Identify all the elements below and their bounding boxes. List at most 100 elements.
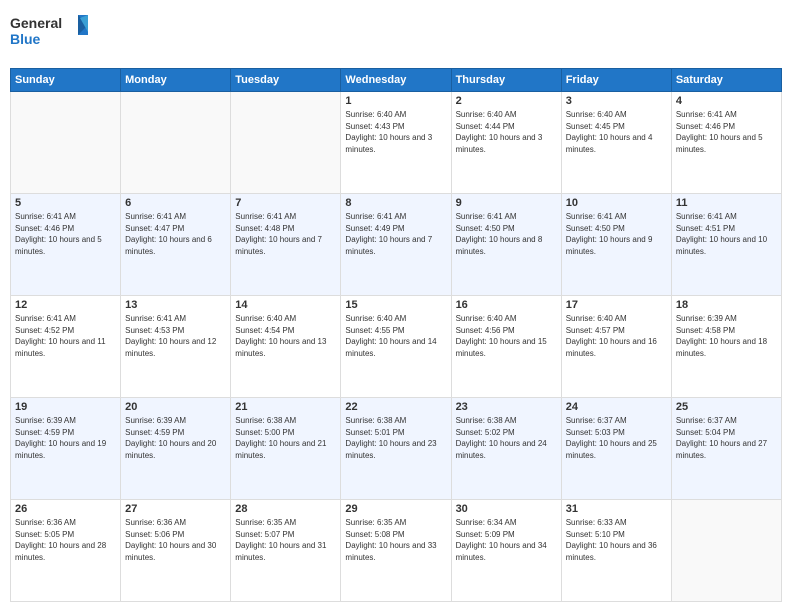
day-header-tuesday: Tuesday (231, 69, 341, 92)
day-number: 28 (235, 503, 336, 515)
day-number: 12 (15, 299, 116, 311)
day-info: Sunrise: 6:40 AMSunset: 4:44 PMDaylight:… (456, 109, 557, 155)
day-info: Sunrise: 6:41 AMSunset: 4:52 PMDaylight:… (15, 313, 116, 359)
day-number: 1 (345, 95, 446, 107)
calendar-cell: 31Sunrise: 6:33 AMSunset: 5:10 PMDayligh… (561, 500, 671, 602)
day-info: Sunrise: 6:35 AMSunset: 5:07 PMDaylight:… (235, 517, 336, 563)
calendar-table: SundayMondayTuesdayWednesdayThursdayFrid… (10, 68, 782, 602)
day-number: 9 (456, 197, 557, 209)
day-number: 3 (566, 95, 667, 107)
calendar-cell (11, 92, 121, 194)
calendar-cell: 3 Sunrise: 6:40 AMSunset: 4:45 PMDaylight… (561, 92, 671, 194)
day-header-wednesday: Wednesday (341, 69, 451, 92)
day-number: 11 (676, 197, 777, 209)
day-number: 15 (345, 299, 446, 311)
calendar-cell: 29Sunrise: 6:35 AMSunset: 5:08 PMDayligh… (341, 500, 451, 602)
day-info: Sunrise: 6:38 AMSunset: 5:02 PMDaylight:… (456, 415, 557, 461)
calendar-cell: 11 Sunrise: 6:41 AMSunset: 4:51 PMDayligh… (671, 194, 781, 296)
day-info: Sunrise: 6:41 AMSunset: 4:46 PMDaylight:… (15, 211, 116, 257)
week-row: 19 Sunrise: 6:39 AMSunset: 4:59 PMDayligh… (11, 398, 782, 500)
day-info: Sunrise: 6:39 AMSunset: 4:58 PMDaylight:… (676, 313, 777, 359)
week-row: 1 Sunrise: 6:40 AMSunset: 4:43 PMDaylight… (11, 92, 782, 194)
day-info: Sunrise: 6:41 AMSunset: 4:46 PMDaylight:… (676, 109, 777, 155)
calendar-cell: 25Sunrise: 6:37 AMSunset: 5:04 PMDayligh… (671, 398, 781, 500)
day-number: 24 (566, 401, 667, 413)
day-info: Sunrise: 6:34 AMSunset: 5:09 PMDaylight:… (456, 517, 557, 563)
day-number: 5 (15, 197, 116, 209)
svg-text:General: General (10, 15, 62, 31)
day-info: Sunrise: 6:36 AMSunset: 5:06 PMDaylight:… (125, 517, 226, 563)
day-number: 16 (456, 299, 557, 311)
calendar-cell: 26Sunrise: 6:36 AMSunset: 5:05 PMDayligh… (11, 500, 121, 602)
calendar-cell: 14Sunrise: 6:40 AMSunset: 4:54 PMDayligh… (231, 296, 341, 398)
day-number: 31 (566, 503, 667, 515)
day-number: 18 (676, 299, 777, 311)
calendar-cell: 24 Sunrise: 6:37 AMSunset: 5:03 PMDayligh… (561, 398, 671, 500)
day-info: Sunrise: 6:41 AMSunset: 4:49 PMDaylight:… (345, 211, 446, 257)
calendar-cell: 1 Sunrise: 6:40 AMSunset: 4:43 PMDaylight… (341, 92, 451, 194)
calendar-cell: 2 Sunrise: 6:40 AMSunset: 4:44 PMDaylight… (451, 92, 561, 194)
day-number: 4 (676, 95, 777, 107)
week-row: 26Sunrise: 6:36 AMSunset: 5:05 PMDayligh… (11, 500, 782, 602)
day-info: Sunrise: 6:41 AMSunset: 4:51 PMDaylight:… (676, 211, 777, 257)
day-info: Sunrise: 6:39 AMSunset: 4:59 PMDaylight:… (125, 415, 226, 461)
calendar-cell: 6 Sunrise: 6:41 AMSunset: 4:47 PMDaylight… (121, 194, 231, 296)
day-number: 22 (345, 401, 446, 413)
calendar-cell: 18 Sunrise: 6:39 AMSunset: 4:58 PMDayligh… (671, 296, 781, 398)
calendar-cell (121, 92, 231, 194)
day-info: Sunrise: 6:38 AMSunset: 5:01 PMDaylight:… (345, 415, 446, 461)
day-number: 17 (566, 299, 667, 311)
calendar-cell: 30 Sunrise: 6:34 AMSunset: 5:09 PMDayligh… (451, 500, 561, 602)
day-number: 19 (15, 401, 116, 413)
calendar-cell: 16 Sunrise: 6:40 AMSunset: 4:56 PMDayligh… (451, 296, 561, 398)
day-info: Sunrise: 6:41 AMSunset: 4:47 PMDaylight:… (125, 211, 226, 257)
week-row: 12 Sunrise: 6:41 AMSunset: 4:52 PMDayligh… (11, 296, 782, 398)
day-info: Sunrise: 6:36 AMSunset: 5:05 PMDaylight:… (15, 517, 116, 563)
day-number: 6 (125, 197, 226, 209)
day-number: 25 (676, 401, 777, 413)
day-number: 23 (456, 401, 557, 413)
calendar-cell: 12 Sunrise: 6:41 AMSunset: 4:52 PMDayligh… (11, 296, 121, 398)
calendar-cell: 15 Sunrise: 6:40 AMSunset: 4:55 PMDayligh… (341, 296, 451, 398)
logo: General Blue (10, 10, 100, 60)
calendar-cell: 20 Sunrise: 6:39 AMSunset: 4:59 PMDayligh… (121, 398, 231, 500)
svg-text:Blue: Blue (10, 31, 41, 47)
day-info: Sunrise: 6:38 AMSunset: 5:00 PMDaylight:… (235, 415, 336, 461)
day-info: Sunrise: 6:41 AMSunset: 4:48 PMDaylight:… (235, 211, 336, 257)
calendar-cell (231, 92, 341, 194)
day-number: 20 (125, 401, 226, 413)
calendar-cell: 10Sunrise: 6:41 AMSunset: 4:50 PMDayligh… (561, 194, 671, 296)
day-info: Sunrise: 6:41 AMSunset: 4:50 PMDaylight:… (566, 211, 667, 257)
day-info: Sunrise: 6:40 AMSunset: 4:43 PMDaylight:… (345, 109, 446, 155)
day-number: 2 (456, 95, 557, 107)
calendar-cell: 19 Sunrise: 6:39 AMSunset: 4:59 PMDayligh… (11, 398, 121, 500)
calendar-cell: 27 Sunrise: 6:36 AMSunset: 5:06 PMDayligh… (121, 500, 231, 602)
day-info: Sunrise: 6:40 AMSunset: 4:56 PMDaylight:… (456, 313, 557, 359)
page: General Blue SundayMondayTuesdayWednesda… (0, 0, 792, 612)
calendar-cell: 8Sunrise: 6:41 AMSunset: 4:49 PMDaylight… (341, 194, 451, 296)
day-info: Sunrise: 6:40 AMSunset: 4:45 PMDaylight:… (566, 109, 667, 155)
day-info: Sunrise: 6:39 AMSunset: 4:59 PMDaylight:… (15, 415, 116, 461)
day-header-thursday: Thursday (451, 69, 561, 92)
day-header-sunday: Sunday (11, 69, 121, 92)
calendar-cell: 17 Sunrise: 6:40 AMSunset: 4:57 PMDayligh… (561, 296, 671, 398)
header: General Blue (10, 10, 782, 60)
week-row: 5 Sunrise: 6:41 AMSunset: 4:46 PMDaylight… (11, 194, 782, 296)
calendar-cell: 13Sunrise: 6:41 AMSunset: 4:53 PMDayligh… (121, 296, 231, 398)
day-number: 30 (456, 503, 557, 515)
day-info: Sunrise: 6:40 AMSunset: 4:54 PMDaylight:… (235, 313, 336, 359)
logo-text: General Blue (10, 10, 100, 60)
calendar-cell: 9Sunrise: 6:41 AMSunset: 4:50 PMDaylight… (451, 194, 561, 296)
day-number: 27 (125, 503, 226, 515)
day-header-monday: Monday (121, 69, 231, 92)
calendar-cell (671, 500, 781, 602)
calendar-cell: 23 Sunrise: 6:38 AMSunset: 5:02 PMDayligh… (451, 398, 561, 500)
calendar-cell: 28 Sunrise: 6:35 AMSunset: 5:07 PMDayligh… (231, 500, 341, 602)
day-info: Sunrise: 6:37 AMSunset: 5:03 PMDaylight:… (566, 415, 667, 461)
day-info: Sunrise: 6:40 AMSunset: 4:55 PMDaylight:… (345, 313, 446, 359)
day-header-saturday: Saturday (671, 69, 781, 92)
day-info: Sunrise: 6:41 AMSunset: 4:53 PMDaylight:… (125, 313, 226, 359)
day-info: Sunrise: 6:40 AMSunset: 4:57 PMDaylight:… (566, 313, 667, 359)
day-number: 7 (235, 197, 336, 209)
day-header-friday: Friday (561, 69, 671, 92)
